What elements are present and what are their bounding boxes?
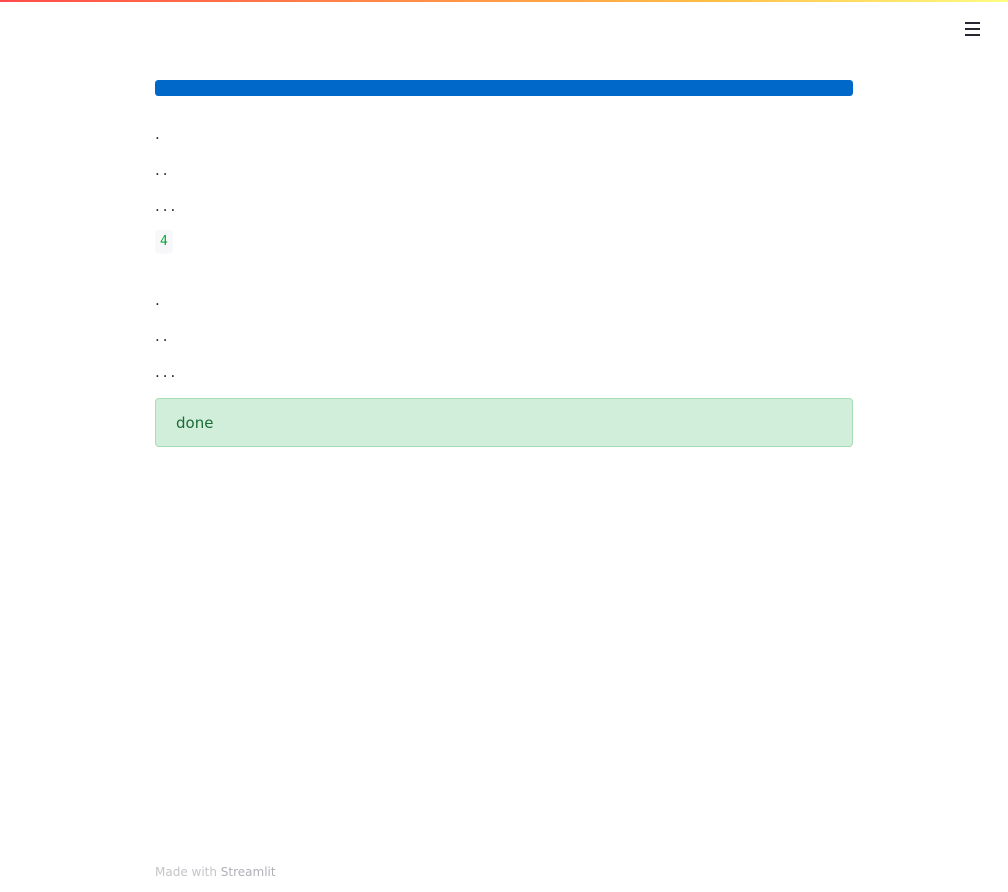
output-text: ...	[155, 363, 179, 381]
code-value: 4	[155, 230, 173, 254]
footer-prefix: Made with	[155, 865, 221, 879]
output-text: .	[155, 291, 163, 309]
output-text: ..	[155, 161, 171, 179]
success-alert: done	[155, 398, 853, 447]
main-content: . .. ... 4 . .. ... done	[155, 80, 853, 447]
progress-bar-fill	[155, 80, 853, 96]
footer: Made with Streamlit	[155, 865, 276, 879]
header-decoration-bar	[0, 0, 1008, 2]
success-alert-text: done	[176, 413, 214, 432]
output-text: ..	[155, 327, 171, 345]
progress-bar	[155, 80, 853, 96]
streamlit-link[interactable]: Streamlit	[221, 865, 276, 879]
output-text: .	[155, 125, 163, 143]
main-menu-button[interactable]	[958, 16, 986, 42]
hamburger-menu-icon	[964, 22, 980, 36]
output-text: ...	[155, 197, 179, 215]
